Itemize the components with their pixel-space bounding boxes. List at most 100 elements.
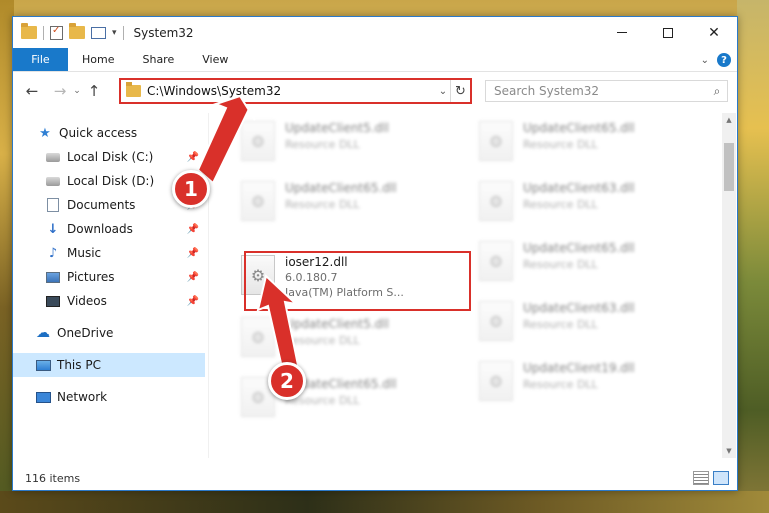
new-folder-icon[interactable] xyxy=(69,23,85,39)
list-item[interactable]: ⚙ UpdateClient63.dll Resource DLL xyxy=(457,297,687,347)
back-arrow-icon: ← xyxy=(25,82,39,100)
desktop-background-bottom xyxy=(0,491,769,513)
dll-file-icon: ⚙ xyxy=(479,241,513,281)
dll-file-icon: ⚙ xyxy=(241,121,275,161)
file-name: UpdateClient63.dll xyxy=(523,301,635,315)
search-icon[interactable]: ⌕ xyxy=(707,84,727,99)
quick-access-toolbar: ▾ xyxy=(13,23,124,40)
help-icon[interactable]: ? xyxy=(717,53,731,67)
pin-icon: 📌 xyxy=(186,151,199,163)
file-description: Resource DLL xyxy=(523,258,598,271)
sidebar-item-local-disk-c[interactable]: Local Disk (C:) 📌 xyxy=(13,145,205,169)
sidebar-item-network[interactable]: Network xyxy=(13,385,205,409)
file-name: UpdateClient65.dll xyxy=(523,121,635,135)
dll-file-icon: ⚙ xyxy=(479,361,513,401)
sidebar-item-videos[interactable]: Videos 📌 xyxy=(13,289,205,313)
list-item[interactable]: ⚙ UpdateClient65.dll Resource DLL xyxy=(457,117,687,167)
list-item[interactable]: ⚙ UpdateClient19.dll Resource DLL xyxy=(457,357,687,407)
sidebar-item-label: Videos xyxy=(67,294,107,308)
chevron-down-icon: ⌄ xyxy=(73,86,81,96)
minimize-button[interactable] xyxy=(599,17,645,48)
sidebar-item-label: Music xyxy=(67,246,102,260)
sidebar-item-label: Local Disk (C:) xyxy=(67,150,154,164)
maximize-icon xyxy=(663,27,673,38)
file-name: UpdateClient65.dll xyxy=(285,181,397,195)
sidebar-item-downloads[interactable]: ↓ Downloads 📌 xyxy=(13,217,205,241)
up-button[interactable]: ↑ xyxy=(83,80,105,102)
expand-ribbon-chevron-icon[interactable]: ⌄ xyxy=(701,55,709,66)
sidebar-item-quick-access[interactable]: ★ Quick access xyxy=(13,121,205,145)
list-item[interactable]: ⚙ UpdateClient65.dll Resource DLL xyxy=(457,237,687,287)
properties-icon[interactable] xyxy=(50,25,63,40)
sidebar-item-label: Local Disk (D:) xyxy=(67,174,155,188)
ribbon-right-controls: ⌄ ? xyxy=(701,48,731,72)
ribbon-tabs: File Home Share View ⌄ ? xyxy=(13,48,737,72)
sidebar-item-label: Pictures xyxy=(67,270,115,284)
forward-arrow-icon: → xyxy=(53,82,67,100)
download-icon: ↓ xyxy=(47,221,59,237)
dll-file-icon: ⚙ xyxy=(479,181,513,221)
step-1-badge: 1 xyxy=(172,170,210,208)
sidebar-item-label: Downloads xyxy=(67,222,133,236)
view-icon[interactable] xyxy=(91,26,106,39)
sidebar-item-label: Quick access xyxy=(59,126,138,140)
disk-icon xyxy=(45,174,61,188)
maximize-button[interactable] xyxy=(645,17,691,48)
list-item[interactable]: ⚙ UpdateClient5.dll Resource DLL xyxy=(219,313,449,363)
sidebar-item-pictures[interactable]: Pictures 📌 xyxy=(13,265,205,289)
scroll-thumb[interactable] xyxy=(724,143,734,191)
file-name: UpdateClient63.dll xyxy=(523,181,635,195)
sidebar-item-label: Documents xyxy=(67,198,136,212)
list-item[interactable]: ⚙ UpdateClient65.dll Resource DLL xyxy=(219,373,449,423)
file-description: Resource DLL xyxy=(523,198,598,211)
onedrive-icon: ☁ xyxy=(36,325,50,341)
search-box[interactable]: ⌕ xyxy=(485,80,728,102)
file-name: UpdateClient65.dll xyxy=(523,241,635,255)
tab-share[interactable]: Share xyxy=(128,48,188,71)
dll-file-icon: ⚙ xyxy=(241,181,275,221)
window-title: System32 xyxy=(133,25,194,40)
view-buttons xyxy=(693,471,729,485)
back-button[interactable]: ← xyxy=(21,80,43,102)
list-item[interactable]: ⚙ UpdateClient63.dll Resource DLL xyxy=(457,177,687,227)
address-bar[interactable]: C:\Windows\System32 ⌄ ↻ xyxy=(119,78,472,104)
toolbar-separator xyxy=(43,25,44,40)
window-controls: ✕ xyxy=(599,17,737,48)
title-bar: ▾ System32 ✕ xyxy=(13,17,737,48)
refresh-icon: ↻ xyxy=(455,83,466,99)
scroll-up-icon[interactable]: ▲ xyxy=(722,113,736,127)
sidebar-item-onedrive[interactable]: ☁ OneDrive xyxy=(13,321,205,345)
tiles-view-icon[interactable] xyxy=(713,471,729,485)
close-icon: ✕ xyxy=(708,24,720,41)
tab-home[interactable]: Home xyxy=(68,48,128,71)
customize-toolbar-chevron-icon[interactable]: ▾ xyxy=(112,28,117,38)
folder-icon xyxy=(21,23,37,39)
disk-icon xyxy=(45,150,61,164)
desktop-background-right xyxy=(737,0,769,513)
close-button[interactable]: ✕ xyxy=(691,17,737,48)
list-item[interactable]: ⚙ UpdateClient65.dll Resource DLL xyxy=(219,177,449,227)
sidebar-item-this-pc[interactable]: This PC xyxy=(13,353,205,377)
tab-view[interactable]: View xyxy=(188,48,242,71)
search-input[interactable] xyxy=(486,84,707,98)
tab-file[interactable]: File xyxy=(13,48,68,71)
navigation-bar: ← → ⌄ ↑ C:\Windows\System32 ⌄ ↻ ⌕ xyxy=(13,74,737,108)
scroll-down-icon[interactable]: ▼ xyxy=(722,444,736,458)
file-description: Resource DLL xyxy=(285,334,360,347)
refresh-button[interactable]: ↻ xyxy=(450,80,470,102)
file-description: Resource DLL xyxy=(523,318,598,331)
sidebar-item-music[interactable]: ♪ Music 📌 xyxy=(13,241,205,265)
network-icon xyxy=(35,390,51,404)
list-item[interactable]: ⚙ UpdateClient5.dll Resource DLL xyxy=(219,117,449,167)
minimize-icon xyxy=(617,32,627,33)
details-view-icon[interactable] xyxy=(693,471,709,485)
pin-icon: 📌 xyxy=(186,271,199,283)
recent-locations-button[interactable]: ⌄ xyxy=(71,80,83,102)
address-dropdown-icon[interactable]: ⌄ xyxy=(436,86,450,97)
vertical-scrollbar[interactable]: ▲ ▼ xyxy=(722,113,736,458)
file-description: Resource DLL xyxy=(285,198,360,211)
forward-button[interactable]: → xyxy=(49,80,71,102)
dll-file-icon: ⚙ xyxy=(479,301,513,341)
address-folder-icon xyxy=(126,82,141,97)
address-path[interactable]: C:\Windows\System32 xyxy=(147,84,436,98)
